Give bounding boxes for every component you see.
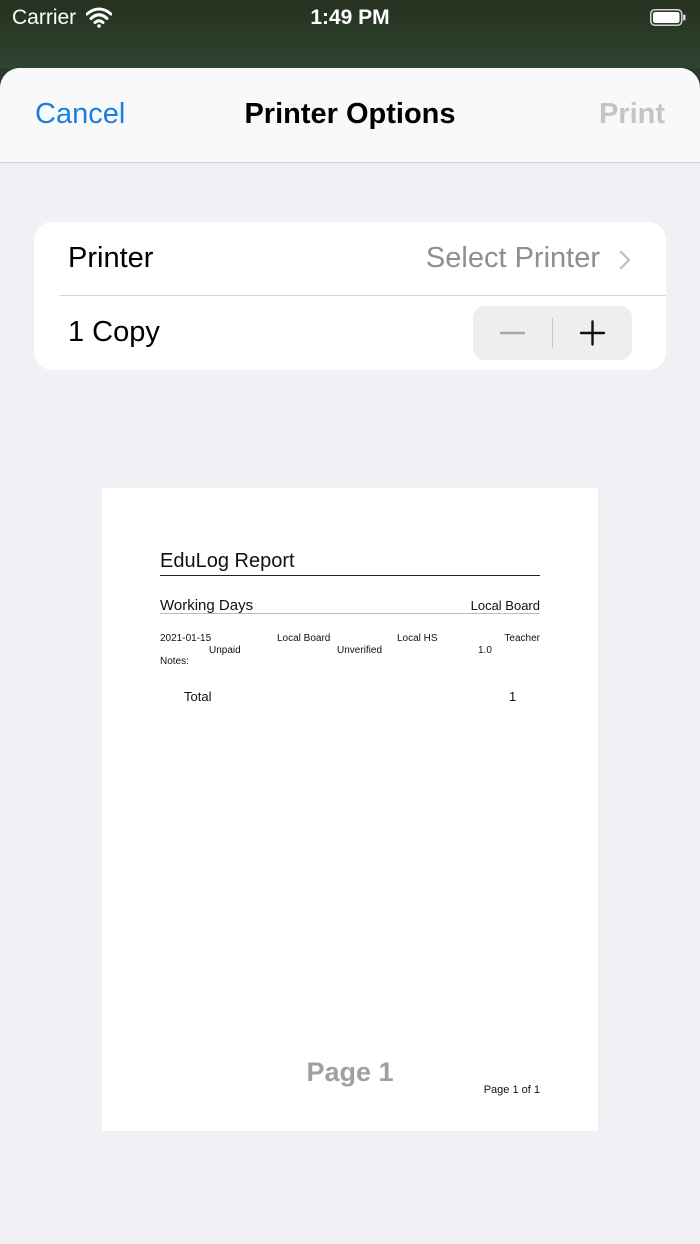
entry-board: Local Board (277, 633, 331, 644)
entry-school: Local HS (397, 633, 438, 644)
chevron-right-icon (619, 250, 631, 270)
section-rule (160, 613, 540, 614)
battery-icon (650, 9, 686, 26)
plus-icon (579, 320, 606, 346)
page-preview[interactable]: EduLog Report Working Days Local Board 2… (102, 488, 598, 1131)
increment-button[interactable] (553, 306, 632, 360)
entry-verification: Unverified (337, 645, 383, 656)
title-rule (160, 575, 540, 576)
entry-days: 1.0 (478, 645, 492, 656)
decrement-button[interactable] (473, 306, 552, 360)
printer-row[interactable]: Printer Select Printer (34, 222, 666, 296)
printer-label: Printer (68, 242, 154, 274)
total-value: 1 (509, 689, 517, 704)
section-title: Working Days (160, 597, 254, 614)
entry-date: 2021-01-15 (160, 633, 212, 644)
navigation-bar: Cancel Printer Options Print (0, 68, 700, 163)
options-card: Printer Select Printer 1 Copy (34, 222, 666, 370)
status-bar: Carrier 1:49 PM (0, 0, 700, 68)
entry-role: Teacher (504, 633, 540, 644)
page-count: Page 1 of 1 (483, 1084, 540, 1096)
report-title: EduLog Report (160, 550, 295, 572)
print-button[interactable]: Print (599, 98, 665, 131)
minus-icon (499, 331, 526, 335)
cancel-button[interactable]: Cancel (35, 98, 125, 131)
clock: 1:49 PM (310, 6, 390, 29)
printer-options-sheet: Cancel Printer Options Print Printer Sel… (0, 68, 700, 1244)
entry-notes-label: Notes: (160, 656, 189, 667)
section-board: Local Board (470, 598, 540, 613)
entry-pay-status: Unpaid (209, 645, 241, 656)
copies-stepper (473, 306, 632, 360)
printer-value: Select Printer (425, 242, 600, 274)
total-label: Total (184, 689, 212, 704)
copies-label: 1 Copy (68, 316, 160, 348)
copies-row: 1 Copy (34, 296, 666, 370)
